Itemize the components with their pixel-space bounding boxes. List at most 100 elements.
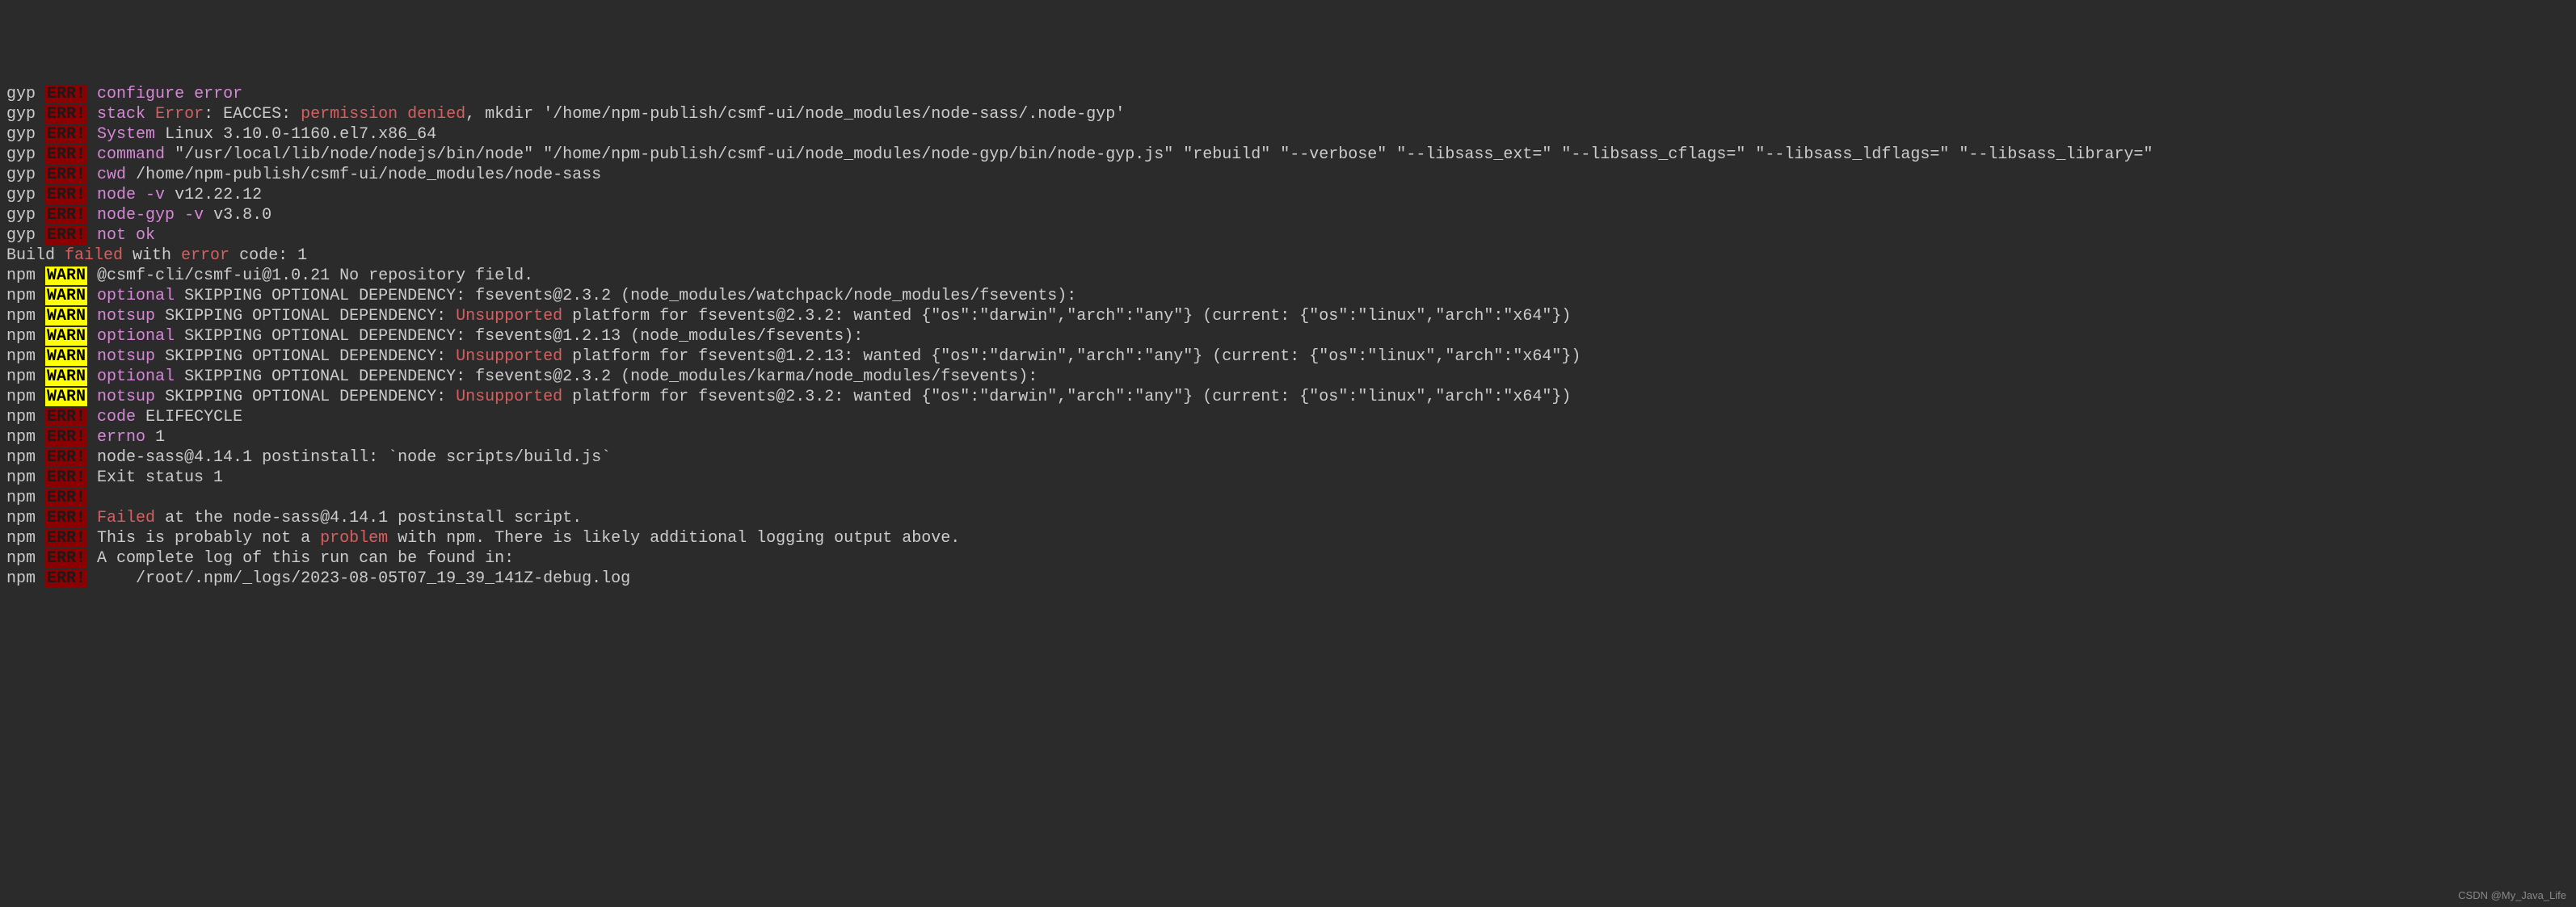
terminal-segment: v3.8.0 bbox=[204, 206, 271, 225]
terminal-segment: with bbox=[123, 246, 181, 265]
terminal-segment: ERR! bbox=[45, 489, 87, 507]
terminal-segment: optional bbox=[97, 287, 175, 305]
terminal-segment: ERR! bbox=[45, 468, 87, 487]
terminal-segment: problem bbox=[320, 529, 388, 548]
terminal-segment: Build bbox=[6, 246, 65, 265]
terminal-line: npm WARN notsup SKIPPING OPTIONAL DEPEND… bbox=[6, 306, 2570, 326]
terminal-segment: node-gyp -v bbox=[97, 206, 204, 225]
terminal-segment: ERR! bbox=[45, 145, 87, 164]
terminal-line: npm WARN optional SKIPPING OPTIONAL DEPE… bbox=[6, 367, 2570, 387]
terminal-segment: WARN bbox=[45, 388, 87, 406]
terminal-segment bbox=[87, 105, 97, 124]
terminal-segment: SKIPPING OPTIONAL DEPENDENCY: fsevents@1… bbox=[175, 327, 863, 346]
terminal-segment bbox=[87, 347, 97, 366]
terminal-segment: Error bbox=[155, 105, 204, 124]
terminal-segment: /home/npm-publish/csmf-ui/node_modules/n… bbox=[126, 166, 601, 184]
terminal-segment: failed bbox=[65, 246, 123, 265]
terminal-segment: gyp bbox=[6, 125, 45, 144]
terminal-segment: with npm. There is likely additional log… bbox=[388, 529, 960, 548]
terminal-segment: SKIPPING OPTIONAL DEPENDENCY: bbox=[155, 347, 456, 366]
terminal-segment: platform for fsevents@1.2.13: wanted {"o… bbox=[562, 347, 1581, 366]
terminal-segment: WARN bbox=[45, 287, 87, 305]
terminal-segment: configure error bbox=[97, 85, 242, 103]
terminal-segment: npm bbox=[6, 367, 45, 386]
terminal-segment: WARN bbox=[45, 267, 87, 285]
terminal-line: npm WARN optional SKIPPING OPTIONAL DEPE… bbox=[6, 286, 2570, 306]
terminal-segment: gyp bbox=[6, 145, 45, 164]
terminal-segment: WARN bbox=[45, 367, 87, 386]
terminal-segment: npm bbox=[6, 287, 45, 305]
terminal-segment: 1 bbox=[145, 428, 165, 447]
terminal-segment: Unsupported bbox=[456, 388, 562, 406]
terminal-segment: npm bbox=[6, 448, 45, 467]
terminal-line: npm WARN notsup SKIPPING OPTIONAL DEPEND… bbox=[6, 346, 2570, 367]
terminal-segment bbox=[87, 428, 97, 447]
terminal-segment: error bbox=[181, 246, 229, 265]
terminal-segment: gyp bbox=[6, 206, 45, 225]
terminal-segment: WARN bbox=[45, 347, 87, 366]
terminal-segment: ELIFECYCLE bbox=[136, 408, 242, 426]
terminal-output: gyp ERR! configure errorgyp ERR! stack E… bbox=[6, 84, 2570, 589]
terminal-segment: platform for fsevents@2.3.2: wanted {"os… bbox=[562, 307, 1571, 325]
terminal-segment: gyp bbox=[6, 85, 45, 103]
terminal-segment bbox=[87, 327, 97, 346]
terminal-segment: cwd bbox=[97, 166, 126, 184]
terminal-segment: code bbox=[97, 408, 136, 426]
terminal-segment: System bbox=[97, 125, 155, 144]
terminal-segment bbox=[87, 367, 97, 386]
terminal-segment: SKIPPING OPTIONAL DEPENDENCY: bbox=[155, 307, 456, 325]
terminal-segment: notsup bbox=[97, 347, 155, 366]
terminal-segment: platform for fsevents@2.3.2: wanted {"os… bbox=[562, 388, 1571, 406]
terminal-segment: gyp bbox=[6, 226, 45, 245]
terminal-line: gyp ERR! configure error bbox=[6, 84, 2570, 104]
terminal-line: npm ERR! A complete log of this run can … bbox=[6, 548, 2570, 569]
terminal-segment bbox=[87, 408, 97, 426]
terminal-line: gyp ERR! command "/usr/local/lib/node/no… bbox=[6, 145, 2570, 165]
terminal-segment: SKIPPING OPTIONAL DEPENDENCY: bbox=[155, 388, 456, 406]
terminal-segment: optional bbox=[97, 367, 175, 386]
terminal-line: npm WARN optional SKIPPING OPTIONAL DEPE… bbox=[6, 326, 2570, 346]
terminal-segment bbox=[87, 186, 97, 204]
terminal-segment: WARN bbox=[45, 327, 87, 346]
terminal-line: gyp ERR! cwd /home/npm-publish/csmf-ui/n… bbox=[6, 165, 2570, 185]
terminal-segment bbox=[87, 307, 97, 325]
terminal-segment: /root/.npm/_logs/2023-08-05T07_19_39_141… bbox=[87, 569, 630, 588]
terminal-segment: ERR! bbox=[45, 206, 87, 225]
terminal-segment: errno bbox=[97, 428, 145, 447]
terminal-segment: @csmf-cli/csmf-ui@1.0.21 No repository f… bbox=[87, 267, 533, 285]
terminal-segment bbox=[87, 166, 97, 184]
terminal-segment bbox=[87, 287, 97, 305]
terminal-segment: v12.22.12 bbox=[165, 186, 262, 204]
terminal-segment: ERR! bbox=[45, 569, 87, 588]
terminal-segment: ERR! bbox=[45, 529, 87, 548]
terminal-line: npm ERR! Failed at the node-sass@4.14.1 … bbox=[6, 508, 2570, 528]
terminal-segment: npm bbox=[6, 489, 45, 507]
terminal-segment: ERR! bbox=[45, 125, 87, 144]
terminal-segment bbox=[87, 226, 97, 245]
terminal-segment: code: 1 bbox=[229, 246, 307, 265]
terminal-line: npm ERR! errno 1 bbox=[6, 427, 2570, 447]
terminal-segment: notsup bbox=[97, 307, 155, 325]
terminal-segment bbox=[87, 85, 97, 103]
terminal-segment bbox=[87, 388, 97, 406]
terminal-segment: npm bbox=[6, 428, 45, 447]
terminal-segment bbox=[87, 125, 97, 144]
terminal-segment bbox=[87, 509, 97, 527]
terminal-line: gyp ERR! stack Error: EACCES: permission… bbox=[6, 104, 2570, 124]
terminal-line: npm ERR! /root/.npm/_logs/2023-08-05T07_… bbox=[6, 569, 2570, 589]
terminal-segment: gyp bbox=[6, 105, 45, 124]
terminal-segment: ERR! bbox=[45, 509, 87, 527]
terminal-segment: Linux 3.10.0-1160.el7.x86_64 bbox=[155, 125, 436, 144]
terminal-segment: : EACCES: bbox=[204, 105, 301, 124]
terminal-segment: at the node-sass@4.14.1 postinstall scri… bbox=[155, 509, 582, 527]
terminal-segment: ERR! bbox=[45, 166, 87, 184]
terminal-segment: gyp bbox=[6, 166, 45, 184]
terminal-segment: command bbox=[97, 145, 165, 164]
terminal-segment: SKIPPING OPTIONAL DEPENDENCY: fsevents@2… bbox=[175, 367, 1038, 386]
terminal-line: Build failed with error code: 1 bbox=[6, 246, 2570, 266]
terminal-segment: ERR! bbox=[45, 448, 87, 467]
terminal-line: npm WARN notsup SKIPPING OPTIONAL DEPEND… bbox=[6, 387, 2570, 407]
terminal-segment: permission denied bbox=[301, 105, 465, 124]
terminal-segment: ERR! bbox=[45, 105, 87, 124]
terminal-segment: ERR! bbox=[45, 408, 87, 426]
